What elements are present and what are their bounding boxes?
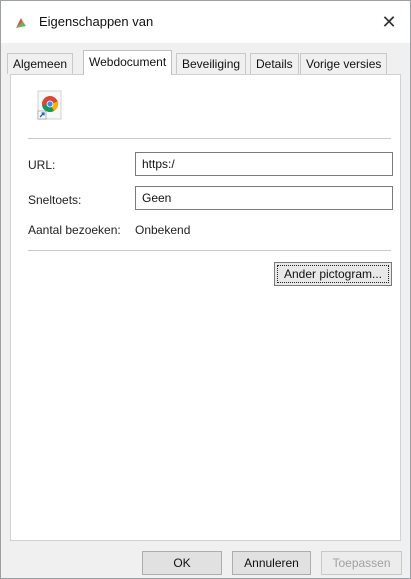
separator-bottom	[28, 250, 391, 251]
title-bar: Eigenschappen van ✕	[1, 1, 410, 43]
tab-beveiliging[interactable]: Beveiliging	[176, 53, 247, 74]
change-icon-button[interactable]: Ander pictogram...	[274, 262, 392, 286]
tab-webdocument[interactable]: Webdocument	[83, 50, 173, 75]
cancel-button[interactable]: Annuleren	[232, 551, 311, 575]
webdocument-panel: URL: https:/ Sneltoets: Geen Aantal bezo…	[10, 74, 401, 541]
tab-details[interactable]: Details	[250, 53, 299, 74]
shortcut-app-icon	[16, 18, 26, 28]
separator-top	[28, 138, 391, 139]
shortcut-label: Sneltoets:	[28, 193, 82, 207]
visits-label: Aantal bezoeken:	[28, 223, 121, 237]
url-field[interactable]: https:/	[135, 152, 393, 176]
visits-value: Onbekend	[135, 223, 191, 237]
tab-vorige-versies[interactable]: Vorige versies	[300, 53, 388, 74]
properties-dialog: Eigenschappen van ✕ Algemeen Webdocument…	[0, 0, 411, 579]
window-title: Eigenschappen van	[39, 14, 154, 29]
tab-algemeen[interactable]: Algemeen	[7, 53, 74, 74]
apply-button[interactable]: Toepassen	[321, 551, 402, 575]
tab-strip: Algemeen Webdocument Beveiliging Details…	[1, 50, 410, 75]
ok-button[interactable]: OK	[142, 551, 222, 575]
chrome-shortcut-icon	[37, 90, 62, 120]
shortcut-field[interactable]: Geen	[135, 186, 393, 210]
close-button[interactable]: ✕	[374, 9, 404, 35]
url-label: URL:	[28, 158, 56, 172]
